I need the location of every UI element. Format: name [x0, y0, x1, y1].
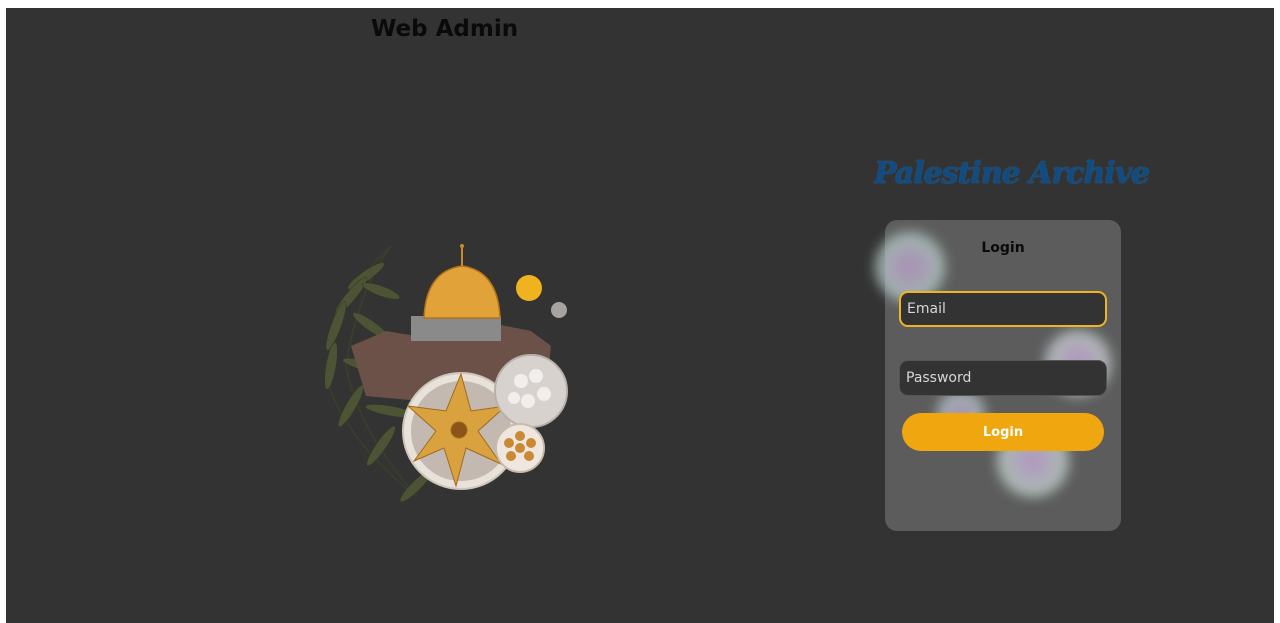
login-button[interactable]: Login — [902, 413, 1104, 451]
password-field[interactable] — [899, 360, 1107, 396]
login-page: Web Admin Palestine Archive Login Email … — [6, 8, 1274, 623]
bowl-image — [494, 354, 568, 428]
sun-icon — [516, 275, 542, 301]
page-title: Web Admin — [371, 16, 519, 42]
moon-icon — [551, 302, 567, 318]
brand-logo: Palestine Archive — [874, 156, 1150, 191]
dome-of-the-rock — [423, 265, 501, 319]
login-title: Login — [981, 240, 1025, 256]
login-card: Login Login — [875, 220, 1121, 531]
palestine-collage-image — [296, 236, 586, 526]
email-field[interactable] — [899, 291, 1107, 327]
